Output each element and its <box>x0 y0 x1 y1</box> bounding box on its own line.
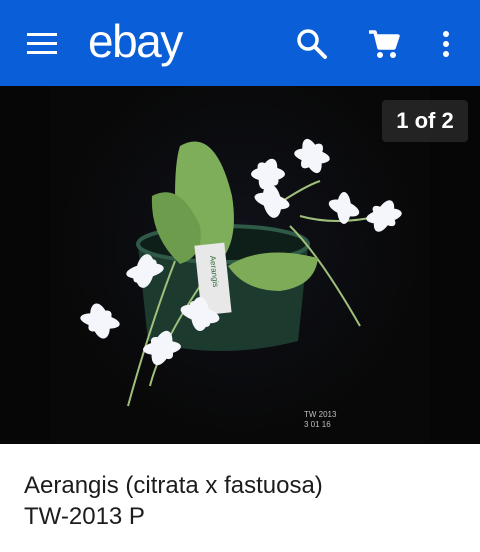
listing-title-line-1: Aerangis (citrata x fastuosa) <box>24 472 323 499</box>
search-button[interactable] <box>294 26 330 62</box>
cart-icon <box>369 30 400 58</box>
listing-title: Aerangis (citrata x fastuosa) TW-2013 P <box>24 470 464 532</box>
listing-title-line-2: TW-2013 P <box>24 503 145 530</box>
image-counter: 1 of 2 <box>382 100 468 142</box>
more-options-button[interactable] <box>434 26 458 62</box>
search-icon <box>297 29 327 59</box>
cart-button[interactable] <box>366 26 402 62</box>
menu-button[interactable] <box>22 24 62 64</box>
stamp-line-1: TW 2013 <box>304 410 337 419</box>
more-vertical-icon <box>443 31 449 57</box>
stamp-line-2: 3 01 16 <box>304 420 331 429</box>
image-gallery[interactable]: Aerangis 1 of 2 TW 2013 3 01 16 <box>0 86 480 444</box>
photo-stamp: TW 2013 3 01 16 <box>304 410 336 430</box>
app-bar: ebay <box>0 0 480 86</box>
hamburger-icon <box>27 33 57 54</box>
ebay-logo[interactable]: ebay <box>88 14 183 68</box>
